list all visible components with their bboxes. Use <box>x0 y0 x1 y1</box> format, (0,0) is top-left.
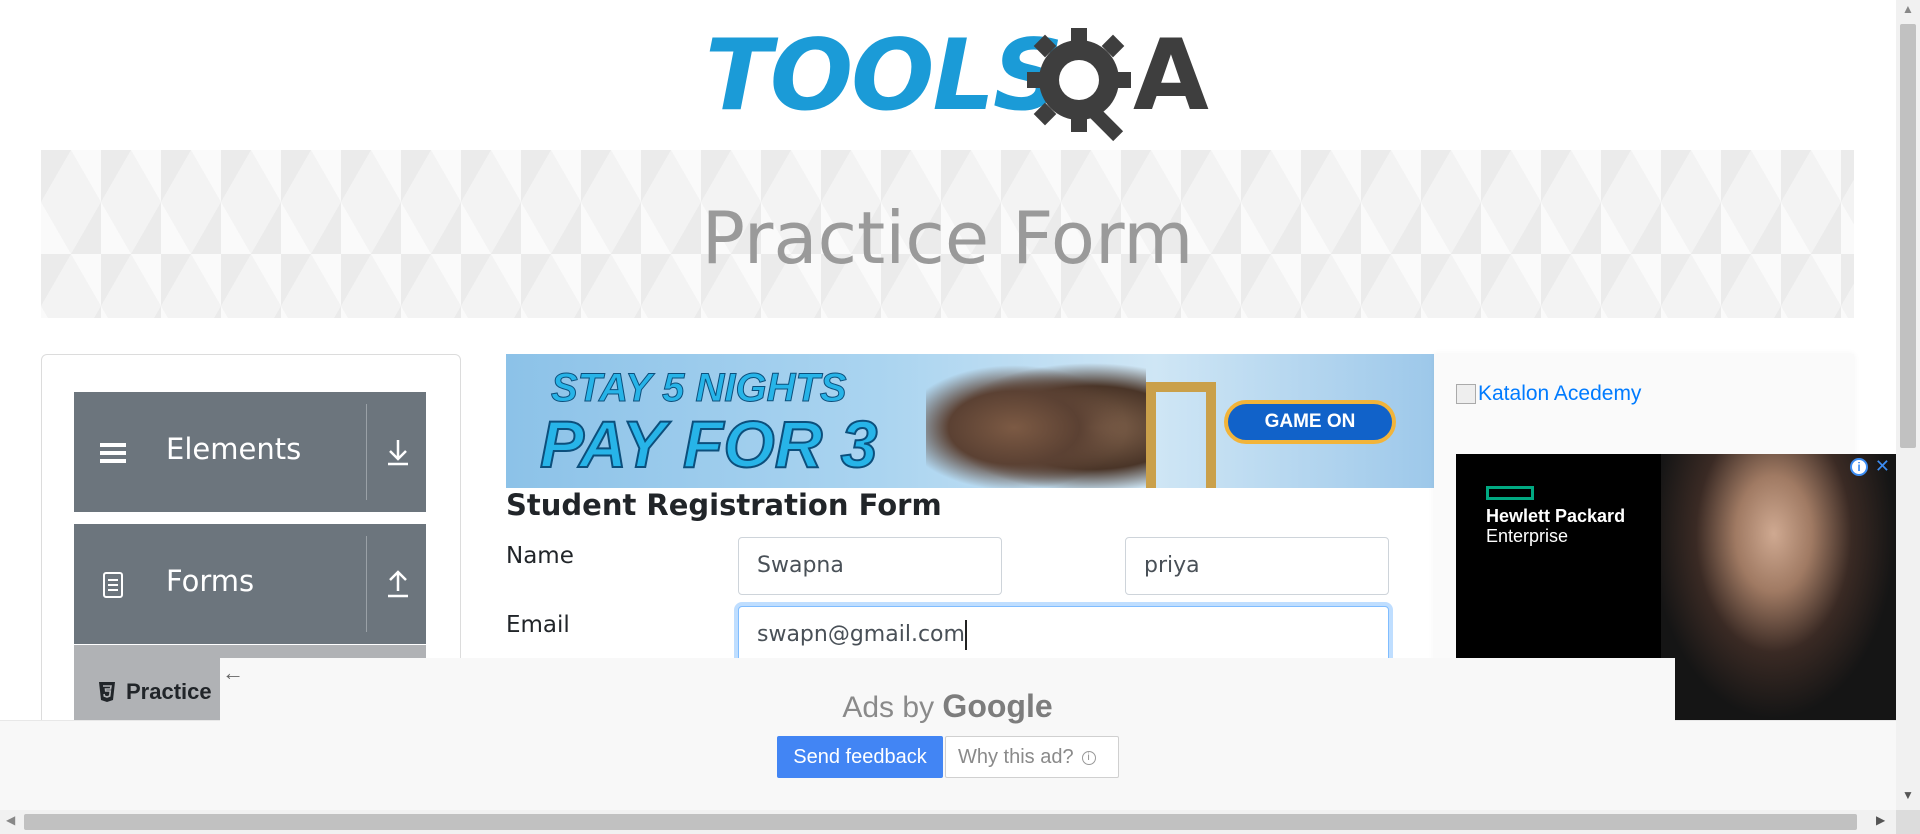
email-label: Email <box>506 612 570 638</box>
form-title: Student Registration Form <box>506 488 942 522</box>
html5-icon <box>99 682 115 702</box>
email-input[interactable]: swapn@gmail.com <box>738 606 1389 664</box>
divider <box>366 536 367 632</box>
sidebar-item-label: Practice <box>126 679 212 704</box>
why-this-ad-label: Why this ad? <box>958 746 1074 768</box>
scroll-down-icon[interactable]: ▼ <box>1902 788 1914 802</box>
vertical-scrollbar[interactable]: ▲ ▼ <box>1896 0 1920 810</box>
ad-headline: STAY 5 NIGHTS <box>551 366 848 411</box>
sidebar-group-label: Forms <box>166 564 255 598</box>
katalon-academy-link[interactable]: Katalon Acedemy <box>1456 382 1641 406</box>
download-arrow-icon[interactable] <box>382 436 414 468</box>
toolsqa-logo[interactable]: TOOLS A <box>705 19 1209 142</box>
ad-frame-graphic <box>1146 382 1216 488</box>
last-name-input[interactable]: priya <box>1125 537 1389 595</box>
top-ad-banner[interactable]: STAY 5 NIGHTS PAY FOR 3 GAME ON <box>506 354 1434 488</box>
document-icon <box>103 572 123 598</box>
upload-arrow-icon[interactable] <box>382 568 414 600</box>
sidebar-group-elements[interactable]: Elements <box>74 392 426 512</box>
send-feedback-button[interactable]: Send feedback <box>777 736 943 778</box>
hpe-logo-icon <box>1486 486 1534 500</box>
page-banner: Practice Form <box>41 150 1854 318</box>
ad-info-icon[interactable]: i <box>1850 458 1868 476</box>
ads-by-google: Ads by Google <box>220 688 1675 725</box>
hpe-brand-line1: Hewlett Packard <box>1486 506 1626 526</box>
logo-suffix: A <box>1133 19 1209 133</box>
sidebar-group-label: Elements <box>166 432 302 466</box>
horizontal-scrollbar[interactable]: ◀ ▶ <box>0 810 1896 834</box>
ad-close-icon[interactable]: ✕ <box>1875 456 1890 477</box>
ad-image <box>1661 454 1896 720</box>
gear-icon <box>1027 28 1131 142</box>
email-value: swapn@gmail.com <box>757 622 965 647</box>
text-caret <box>964 620 967 650</box>
broken-image-icon <box>1456 384 1476 404</box>
google-wordmark: Google <box>942 688 1053 724</box>
scroll-up-icon[interactable]: ▲ <box>1902 2 1914 16</box>
scroll-left-icon[interactable]: ◀ <box>6 813 15 827</box>
first-name-input[interactable]: Swapna <box>738 537 1002 595</box>
scroll-right-icon[interactable]: ▶ <box>1876 813 1885 827</box>
katalon-link-text: Katalon Acedemy <box>1478 382 1642 405</box>
last-name-value: priya <box>1144 553 1200 578</box>
logo-text: TOOLS <box>705 19 1063 133</box>
page-title: Practice Form <box>701 196 1194 280</box>
ad-image <box>926 354 1146 488</box>
google-ad-overlay: Ads by Google Send feedback Why this ad?… <box>220 658 1675 810</box>
first-name-value: Swapna <box>757 553 844 578</box>
divider <box>366 404 367 500</box>
back-arrow-icon[interactable]: ← <box>222 660 244 686</box>
hamburger-icon <box>100 443 126 463</box>
why-this-ad-button[interactable]: Why this ad? i <box>945 736 1119 778</box>
info-icon: i <box>1081 750 1096 765</box>
scrollbar-corner <box>1896 810 1920 834</box>
name-label: Name <box>506 543 574 569</box>
ads-by-text: Ads by <box>842 691 935 724</box>
hpe-brand-line2: Enterprise <box>1486 526 1569 546</box>
scroll-thumb[interactable] <box>1900 24 1916 448</box>
scroll-thumb[interactable] <box>24 814 1857 830</box>
ad-cta-button[interactable]: GAME ON <box>1224 400 1396 444</box>
sidebar-group-forms[interactable]: Forms <box>74 524 426 644</box>
ad-headline-large: PAY FOR 3 <box>539 406 878 482</box>
